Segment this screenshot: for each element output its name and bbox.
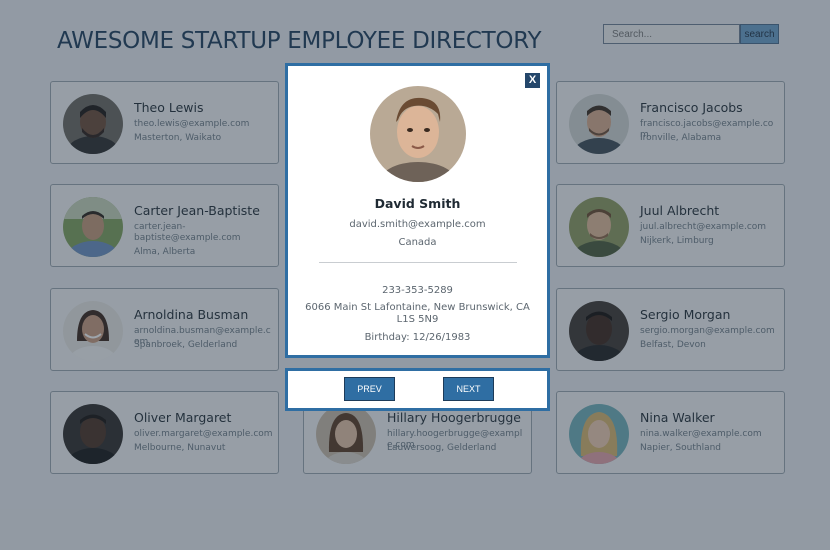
modal-employee-birthday: Birthday: 12/26/1983 (364, 332, 471, 343)
modal-employee-email: david.smith@example.com (349, 219, 486, 230)
next-button[interactable]: NEXT (443, 377, 494, 401)
modal-avatar (370, 86, 466, 182)
modal-employee-country: Canada (398, 237, 437, 248)
close-button[interactable]: X (525, 73, 540, 88)
modal-employee-address: 6066 Main St Lafontaine, New Brunswick, … (305, 302, 530, 325)
modal-nav: PREV NEXT (285, 368, 550, 411)
prev-button[interactable]: PREV (344, 377, 395, 401)
employee-modal: X David Smith david.smith@example.com Ca… (285, 63, 550, 358)
modal-divider (319, 262, 517, 263)
modal-employee-phone: 233-353-5289 (382, 285, 453, 296)
modal-employee-name: David Smith (374, 196, 461, 211)
